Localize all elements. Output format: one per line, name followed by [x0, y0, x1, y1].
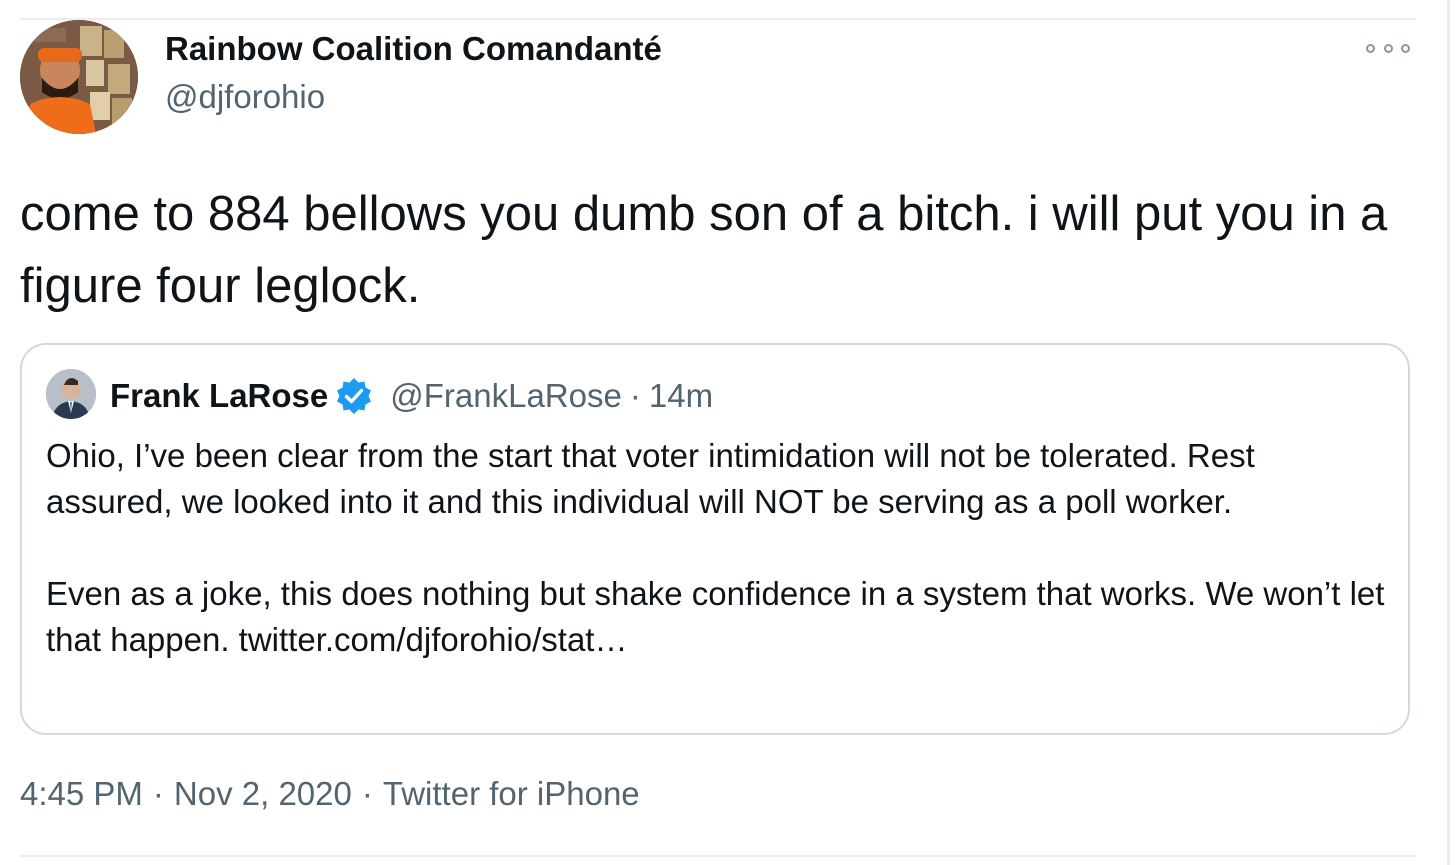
quoted-tweet-paragraph: Ohio, I’ve been clear from the start tha…: [46, 437, 1255, 520]
separator-dot: ·: [629, 377, 641, 414]
tweet-metadata: 4:45 PM · Nov 2, 2020 · Twitter for iPhone: [20, 775, 640, 813]
author-name[interactable]: Rainbow Coalition Comandanté: [165, 30, 662, 68]
tweet-date[interactable]: Nov 2, 2020: [174, 775, 352, 812]
quoted-author-name[interactable]: Frank LaRose: [110, 377, 328, 415]
top-divider: [20, 18, 1416, 20]
verified-badge-icon: [334, 376, 374, 416]
quoted-tweet-body: Ohio, I’ve been clear from the start tha…: [46, 433, 1386, 663]
more-dot: [1366, 43, 1375, 53]
author-handle[interactable]: @djforohio: [165, 78, 325, 116]
quoted-tweet-card[interactable]: Frank LaRose @FrankLaRose · 14m Ohio, I’…: [20, 343, 1410, 735]
quoted-tweet-header: Frank LaRose @FrankLaRose · 14m: [110, 373, 713, 419]
tweet-text: come to 884 bellows you dumb son of a bi…: [20, 187, 1388, 313]
quoted-tweet-age[interactable]: 14m: [649, 377, 713, 415]
more-options-icon[interactable]: [1366, 38, 1410, 58]
quoted-author-avatar[interactable]: [46, 369, 96, 419]
tweet-source[interactable]: Twitter for iPhone: [383, 775, 640, 812]
tweet-time[interactable]: 4:45 PM: [20, 775, 143, 812]
author-avatar[interactable]: [20, 20, 138, 134]
quoted-author-handle[interactable]: @FrankLaRose: [390, 377, 622, 415]
separator-dot: ·: [152, 775, 164, 812]
separator-dot: ·: [361, 775, 373, 812]
quoted-tweet-paragraph: Even as a joke, this does nothing but sh…: [46, 575, 1385, 658]
scrollbar-track[interactable]: [1447, 0, 1450, 865]
bottom-divider: [20, 855, 1416, 857]
more-dot: [1383, 43, 1393, 53]
more-dot: [1401, 43, 1410, 53]
